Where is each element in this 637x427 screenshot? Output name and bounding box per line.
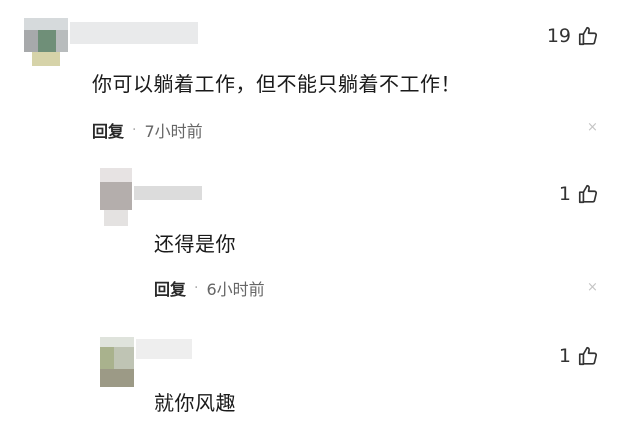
comment-text: 你可以躺着工作，但不能只躺着不工作！ xyxy=(92,72,461,96)
avatar[interactable] xyxy=(24,18,68,66)
separator-dot: · xyxy=(194,280,199,296)
like-button[interactable]: 1 xyxy=(559,183,599,205)
comment-1: 19 你可以躺着工作，但不能只躺着不工作！ 回复 · 7小时前 × xyxy=(0,0,637,150)
comment-text: 还得是你 xyxy=(154,232,236,256)
reply-button[interactable]: 回复 xyxy=(154,276,186,300)
username-blurred[interactable] xyxy=(134,186,202,200)
comment-2: 1 还得是你 回复 · 6小时前 × xyxy=(0,150,637,315)
thumbs-up-icon xyxy=(578,26,598,46)
close-icon[interactable]: × xyxy=(587,120,598,135)
like-button[interactable]: 19 xyxy=(547,25,599,47)
username-blurred[interactable] xyxy=(136,339,192,359)
comment-text: 就你风趣 xyxy=(154,391,236,415)
timestamp: 6小时前 xyxy=(206,280,265,299)
reply-button[interactable]: 回复 xyxy=(92,118,124,142)
avatar[interactable] xyxy=(100,168,132,226)
close-icon[interactable]: × xyxy=(587,280,598,295)
like-count: 19 xyxy=(546,25,571,47)
like-button[interactable]: 1 xyxy=(559,345,599,367)
thumbs-up-icon xyxy=(578,346,598,366)
username-blurred[interactable] xyxy=(70,22,198,44)
comment-3: 1 就你风趣 xyxy=(0,315,637,427)
thumbs-up-icon xyxy=(578,184,598,204)
separator-dot: · xyxy=(132,122,137,138)
like-count: 1 xyxy=(558,183,571,205)
avatar[interactable] xyxy=(100,337,134,387)
comment-meta: 回复 · 7小时前 xyxy=(92,118,203,142)
like-count: 1 xyxy=(558,345,571,367)
timestamp: 7小时前 xyxy=(144,122,203,141)
comment-meta: 回复 · 6小时前 xyxy=(154,276,265,300)
